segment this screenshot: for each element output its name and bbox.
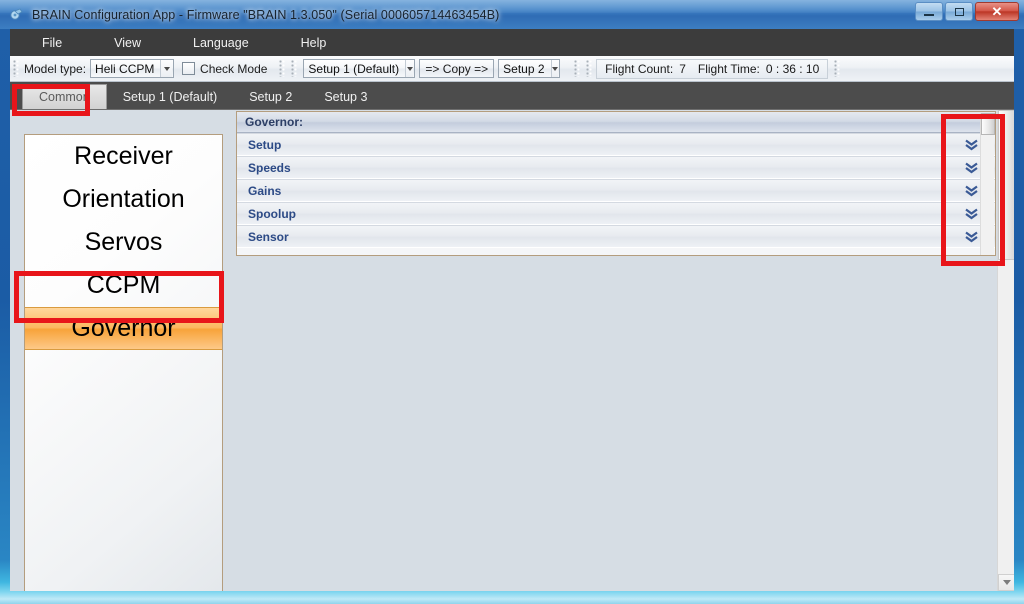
setup-source-combo[interactable]: Setup 1 (Default) <box>303 59 416 78</box>
section-label: Spoolup <box>248 206 296 221</box>
tab-setup-3[interactable]: Setup 3 <box>308 84 383 109</box>
toolbar-grip-3[interactable] <box>291 60 298 77</box>
section-label: Sensor <box>248 229 289 244</box>
main-scrollbar[interactable] <box>997 110 1014 591</box>
window-title: BRAIN Configuration App - Firmware "BRAI… <box>32 7 500 22</box>
double-chevron-down-icon[interactable] <box>964 184 979 197</box>
flight-count-label: Flight Count: <box>605 61 674 76</box>
check-mode-control[interactable]: Check Mode <box>182 62 267 76</box>
setup-source-value: Setup 1 (Default) <box>308 61 400 76</box>
main-scrollbar-thumb[interactable] <box>998 110 1014 260</box>
scroll-down-button[interactable] <box>998 574 1014 591</box>
minimize-icon <box>924 14 934 16</box>
section-speeds[interactable]: Speeds <box>237 156 995 179</box>
toolbar-grip-4[interactable] <box>574 60 581 77</box>
chevron-down-icon <box>405 60 414 77</box>
section-sensor[interactable]: Sensor <box>237 225 995 248</box>
window-controls: ✕ <box>915 2 1019 21</box>
model-type-label: Model type: <box>24 61 87 76</box>
menu-item-language[interactable]: Language <box>183 32 259 54</box>
double-chevron-down-icon[interactable] <box>964 138 979 151</box>
section-label: Gains <box>248 183 282 198</box>
section-spoolup[interactable]: Spoolup <box>237 202 995 225</box>
governor-panel: Governor: Setup Speeds Gains Spoolup Sen… <box>236 111 996 256</box>
flight-stats: Flight Count: 7 Flight Time: 0 : 36 : 10 <box>596 58 829 79</box>
setup-target-combo[interactable]: Setup 2 <box>498 59 561 78</box>
maximize-icon <box>954 7 964 16</box>
minimize-button[interactable] <box>915 2 943 21</box>
panel-scrollbar-thumb[interactable] <box>981 113 995 135</box>
menu-item-file[interactable]: File <box>32 32 72 54</box>
close-icon: ✕ <box>991 3 1003 19</box>
sidebar-item-receiver[interactable]: Receiver <box>25 135 222 178</box>
triangle-down-icon <box>1002 580 1011 585</box>
check-mode-label: Check Mode <box>200 61 268 76</box>
tab-setup-1[interactable]: Setup 1 (Default) <box>107 84 234 109</box>
double-chevron-down-icon[interactable] <box>964 161 979 174</box>
model-type-combo[interactable]: Heli CCPM <box>90 59 175 78</box>
toolbar-grip-2[interactable] <box>279 60 286 77</box>
menu-bar: File View Language Help <box>10 29 1014 56</box>
tab-setup-2[interactable]: Setup 2 <box>233 84 308 109</box>
section-setup[interactable]: Setup <box>237 133 995 156</box>
check-mode-checkbox[interactable] <box>182 62 196 75</box>
close-button[interactable]: ✕ <box>975 2 1019 21</box>
double-chevron-down-icon[interactable] <box>964 230 979 243</box>
menu-item-view[interactable]: View <box>104 32 151 54</box>
application-window: BRAIN Configuration App - Firmware "BRAI… <box>0 0 1024 604</box>
toolbar-grip-5[interactable] <box>586 60 593 77</box>
flight-count-value: 7 <box>679 61 686 76</box>
panel-scrollbar[interactable] <box>980 113 995 255</box>
tab-common[interactable]: Common <box>22 84 107 109</box>
client-area: File View Language Help Model type: Heli… <box>10 29 1014 591</box>
navigation-list: Receiver Orientation Servos CCPM Governo… <box>24 134 223 591</box>
section-label: Speeds <box>248 160 291 175</box>
content-area: Receiver Orientation Servos CCPM Governo… <box>10 110 1014 591</box>
title-bar: BRAIN Configuration App - Firmware "BRAI… <box>0 0 1024 29</box>
toolbar: Model type: Heli CCPM Check Mode Setup 1… <box>10 56 1014 82</box>
flight-time-label: Flight Time: <box>697 61 760 76</box>
sidebar-item-orientation[interactable]: Orientation <box>25 178 222 221</box>
toolbar-grip[interactable] <box>13 60 19 77</box>
section-label: Setup <box>248 137 282 152</box>
setup-target-value: Setup 2 <box>503 61 545 76</box>
chevron-down-icon <box>550 60 559 77</box>
sidebar-item-governor[interactable]: Governor <box>25 307 222 350</box>
sidebar-item-servos[interactable]: Servos <box>25 221 222 264</box>
sidebar-item-ccpm[interactable]: CCPM <box>25 264 222 307</box>
toolbar-grip-6[interactable] <box>834 60 841 77</box>
chevron-down-icon <box>160 60 173 77</box>
copy-setup-button[interactable]: => Copy => <box>419 59 495 78</box>
tab-strip: Common Setup 1 (Default) Setup 2 Setup 3 <box>10 82 1014 110</box>
flight-time-value: 0 : 36 : 10 <box>765 61 820 76</box>
panel-title: Governor: <box>237 112 995 133</box>
app-icon <box>10 8 23 20</box>
model-type-value: Heli CCPM <box>95 61 155 76</box>
menu-item-help[interactable]: Help <box>291 32 337 54</box>
double-chevron-down-icon[interactable] <box>964 207 979 220</box>
maximize-button[interactable] <box>945 2 973 21</box>
section-gains[interactable]: Gains <box>237 179 995 202</box>
